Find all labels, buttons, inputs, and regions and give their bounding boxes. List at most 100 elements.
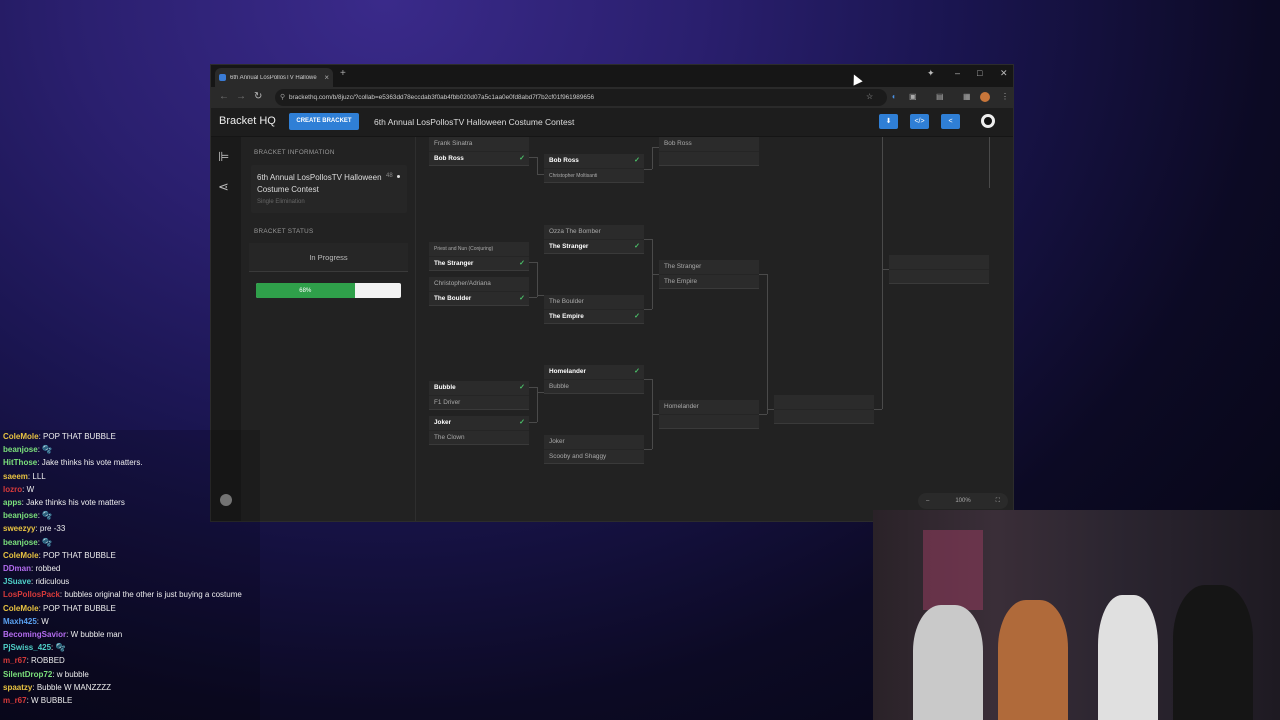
competitor-slot[interactable]: The Empire xyxy=(659,274,759,288)
bracket-match[interactable]: Ozza The Bomber The Stranger ✓ xyxy=(544,225,644,254)
status-text: In Progress xyxy=(309,253,348,262)
bookmark-star-icon[interactable]: ☆ xyxy=(866,92,873,101)
bracket-info-card[interactable]: 6th Annual LosPollosTV Halloween Costume… xyxy=(251,165,407,213)
bracket-match[interactable]: Bob Ross xyxy=(659,137,759,166)
bracket-match[interactable]: The Stranger The Empire xyxy=(659,260,759,289)
chat-username[interactable]: HitThose xyxy=(3,458,37,467)
brand-logo[interactable]: Bracket HQ xyxy=(219,115,276,127)
competitor-slot[interactable]: The Empire ✓ xyxy=(544,309,644,323)
user-avatar[interactable] xyxy=(981,114,995,128)
chat-username[interactable]: ColeMole xyxy=(3,432,39,441)
competitor-slot[interactable]: Bob Ross xyxy=(659,137,759,151)
competitor-slot[interactable]: Homelander xyxy=(659,400,759,414)
bracket-match[interactable]: Joker ✓ The Clown xyxy=(429,416,529,445)
forward-arrow-icon[interactable]: → xyxy=(236,91,246,102)
competitor-slot[interactable]: The Boulder ✓ xyxy=(429,291,529,305)
competitor-slot[interactable]: Joker ✓ xyxy=(429,416,529,430)
competitor-slot[interactable]: Ozza The Bomber xyxy=(544,225,644,239)
competitor-slot[interactable] xyxy=(659,414,759,428)
competitor-slot[interactable]: The Stranger ✓ xyxy=(544,239,644,253)
chat-username[interactable]: apps xyxy=(3,498,22,507)
chat-username[interactable]: beanjose xyxy=(3,538,38,547)
chat-username[interactable]: Maxh425 xyxy=(3,617,37,626)
fit-screen-icon[interactable]: ⛶ xyxy=(996,493,1000,509)
share-button[interactable]: < xyxy=(941,114,960,129)
zoom-out-button[interactable]: – xyxy=(926,493,929,509)
address-bar[interactable]: ⚲ brackethq.com/b/8juzc/?collab=e5363dd7… xyxy=(275,89,887,106)
competitor-slot[interactable]: Bubble ✓ xyxy=(429,381,529,395)
browser-tab[interactable]: 6th Annual LosPollosTV Hallowe × xyxy=(215,68,333,87)
chat-username[interactable]: SilentDrop72 xyxy=(3,670,52,679)
bracket-match-empty[interactable] xyxy=(774,395,874,424)
chat-username[interactable]: sweezyy xyxy=(3,524,35,533)
competitor-slot[interactable]: Bob Ross ✓ xyxy=(544,154,644,168)
competitor-slot[interactable]: Bob Ross ✓ xyxy=(429,151,529,165)
chat-username[interactable]: LosPollosPack xyxy=(3,590,60,599)
competitor-slot[interactable] xyxy=(659,151,759,165)
competitor-slot[interactable]: The Boulder xyxy=(544,295,644,309)
new-tab-button[interactable]: + xyxy=(340,68,346,79)
competitor-slot[interactable]: Bubble xyxy=(544,379,644,393)
chat-username[interactable]: m_r67 xyxy=(3,696,27,705)
media-icon[interactable]: ▦ xyxy=(963,92,971,101)
bracket-match[interactable]: Priest and Nun (Conjuring) The Stranger ✓ xyxy=(429,242,529,271)
share-nodes-icon[interactable]: ⋖ xyxy=(218,179,229,195)
chat-username[interactable]: BecomingSavior xyxy=(3,630,66,639)
bracket-match-empty[interactable] xyxy=(889,255,989,284)
chat-username[interactable]: PjSwiss_425 xyxy=(3,643,51,652)
create-bracket-button[interactable]: CREATE BRACKET xyxy=(289,113,359,130)
bracket-match[interactable]: The Boulder The Empire ✓ xyxy=(544,295,644,324)
embed-button[interactable]: </> xyxy=(910,114,929,129)
competitor-slot[interactable]: Christopher Moltisanti xyxy=(544,168,644,182)
download-button[interactable]: ⬇ xyxy=(879,114,898,129)
chat-username[interactable]: spaatzy xyxy=(3,683,32,692)
competitor-slot[interactable]: Priest and Nun (Conjuring) xyxy=(429,242,529,256)
read-aloud-icon[interactable]: ◖ xyxy=(891,92,896,101)
chat-username[interactable]: beanjose xyxy=(3,445,38,454)
competitor-slot[interactable]: The Stranger xyxy=(659,260,759,274)
site-info-icon[interactable]: ⚲ xyxy=(280,89,285,106)
competitor-slot[interactable]: Scooby and Shaggy xyxy=(544,449,644,463)
tab-close-icon[interactable]: × xyxy=(324,73,329,82)
competitor-slot[interactable]: Joker xyxy=(544,435,644,449)
zoom-control[interactable]: – 100% ⛶ xyxy=(918,493,1008,509)
minimize-button[interactable]: – xyxy=(955,68,960,78)
bracket-match[interactable]: Frank Sinatra Bob Ross ✓ xyxy=(429,137,529,166)
empty-slot[interactable] xyxy=(774,409,874,423)
empty-slot[interactable] xyxy=(889,255,989,269)
competitor-slot[interactable]: Christopher/Adriana xyxy=(429,277,529,291)
chat-username[interactable]: ColeMole xyxy=(3,551,39,560)
side-panel-icon[interactable]: ▤ xyxy=(936,92,944,101)
reload-icon[interactable]: ↻ xyxy=(254,91,262,102)
bracket-match[interactable]: Homelander xyxy=(659,400,759,429)
gemini-sparkle-icon[interactable]: ✦ xyxy=(927,68,935,79)
chat-username[interactable]: beanjose xyxy=(3,511,38,520)
bracket-match[interactable]: Joker Scooby and Shaggy xyxy=(544,435,644,464)
competitor-slot[interactable]: Homelander ✓ xyxy=(544,365,644,379)
extensions-icon[interactable]: ▣ xyxy=(909,92,917,101)
chat-username[interactable]: m_r67 xyxy=(3,656,27,665)
competitor-slot[interactable]: The Stranger ✓ xyxy=(429,256,529,270)
close-window-button[interactable]: ✕ xyxy=(1000,68,1008,79)
competitor-slot[interactable]: The Clown xyxy=(429,430,529,444)
browser-menu-icon[interactable]: ⋮ xyxy=(1001,92,1009,101)
competitor-slot[interactable]: Frank Sinatra xyxy=(429,137,529,151)
chat-username[interactable]: ColeMole xyxy=(3,604,39,613)
competitor-slot[interactable]: F1 Driver xyxy=(429,395,529,409)
maximize-button[interactable]: □ xyxy=(977,68,982,78)
bracket-match[interactable]: Bubble ✓ F1 Driver xyxy=(429,381,529,410)
empty-slot[interactable] xyxy=(889,269,989,283)
profile-avatar[interactable] xyxy=(980,92,990,102)
bracket-match[interactable]: Bob Ross ✓ Christopher Moltisanti xyxy=(544,154,644,183)
chat-username[interactable]: lozro xyxy=(3,485,22,494)
chat-username[interactable]: JSuave xyxy=(3,577,31,586)
bracket-match[interactable]: Christopher/Adriana The Boulder ✓ xyxy=(429,277,529,306)
bracket-canvas[interactable]: – 100% ⛶ Frank Sinatra Bob Ross ✓ Priest an… xyxy=(416,137,1013,521)
chat-username[interactable]: DDman xyxy=(3,564,31,573)
bracket-tree-icon[interactable]: ⊫ xyxy=(218,149,229,165)
chat-username[interactable]: saeem xyxy=(3,472,28,481)
bracket-match[interactable]: Homelander ✓ Bubble xyxy=(544,365,644,394)
empty-slot[interactable] xyxy=(774,395,874,409)
back-arrow-icon[interactable]: ← xyxy=(219,91,229,102)
bracket-connector-line xyxy=(759,414,767,415)
